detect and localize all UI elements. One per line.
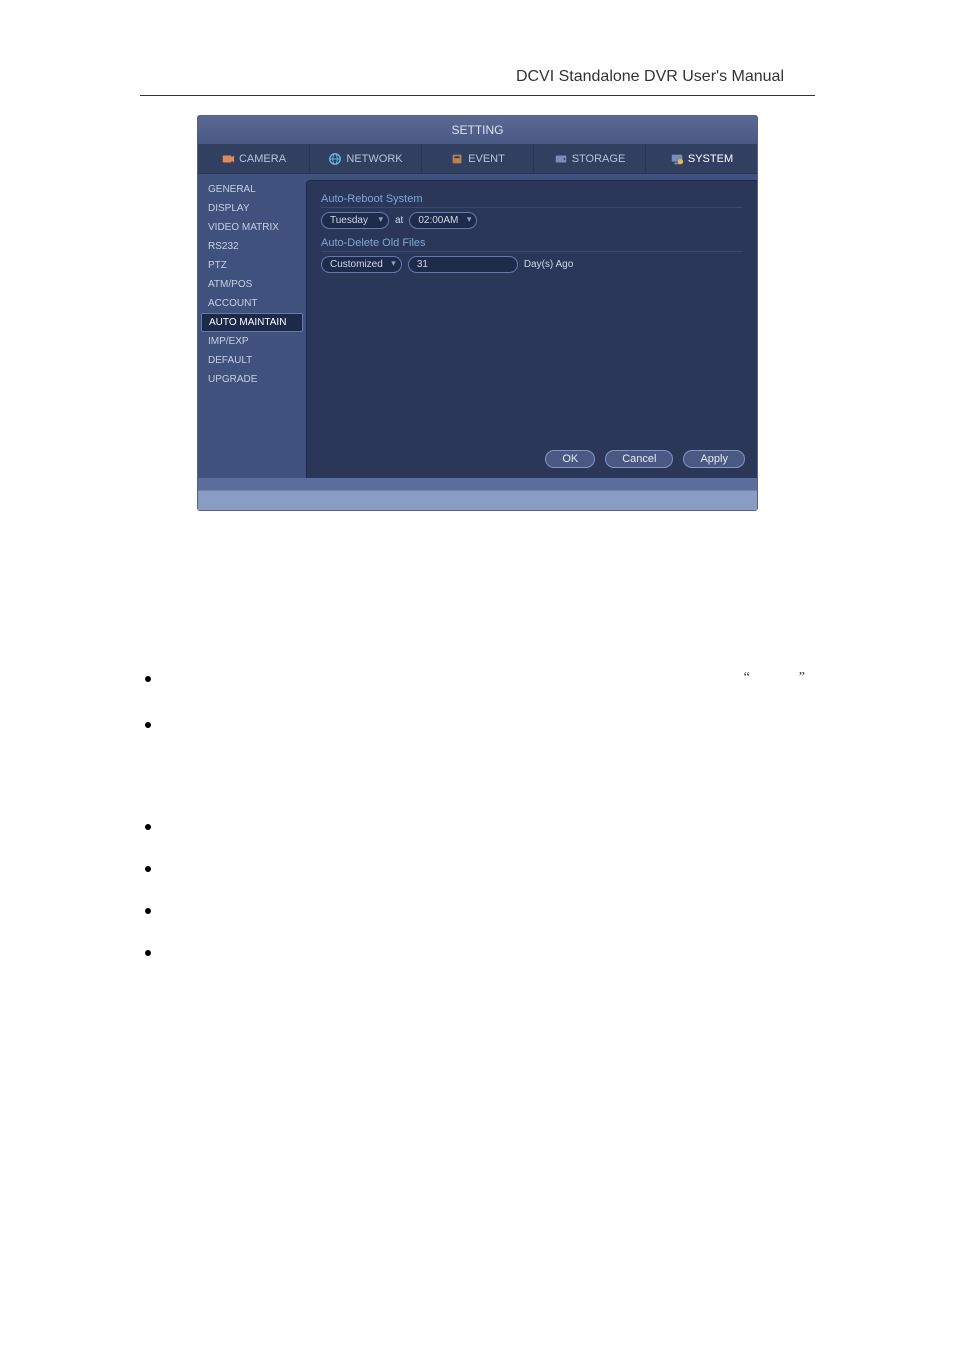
page-header: DCVI Standalone DVR User's Manual bbox=[516, 68, 784, 86]
bullet-dot-icon bbox=[145, 722, 151, 728]
sidebar-item-general[interactable]: GENERAL bbox=[198, 180, 306, 199]
apply-button[interactable]: Apply bbox=[683, 450, 745, 468]
delete-mode-select[interactable]: Customized bbox=[321, 256, 402, 273]
section-auto-reboot: Auto-Reboot System bbox=[321, 193, 743, 208]
header-rule bbox=[140, 95, 815, 96]
button-row: OK Cancel Apply bbox=[545, 450, 745, 468]
event-icon bbox=[450, 152, 464, 166]
camera-icon bbox=[221, 152, 235, 166]
settings-window: SETTING CAMERA NETWORK EVENT STORAGE bbox=[197, 115, 758, 511]
sidebar-item-auto-maintain[interactable]: AUTO MAINTAIN bbox=[201, 313, 303, 332]
sidebar-item-ptz[interactable]: PTZ bbox=[198, 256, 306, 275]
bullet-list: “ ” bbox=[145, 670, 805, 986]
sidebar-item-display[interactable]: DISPLAY bbox=[198, 199, 306, 218]
tab-label: EVENT bbox=[468, 153, 505, 165]
bullet-dot-icon bbox=[145, 950, 151, 956]
sidebar-item-impexp[interactable]: IMP/EXP bbox=[198, 332, 306, 351]
tab-system[interactable]: SYSTEM bbox=[646, 144, 757, 173]
reboot-time-select[interactable]: 02:00AM bbox=[409, 212, 477, 229]
list-item: “ ” bbox=[145, 670, 805, 686]
tab-label: STORAGE bbox=[572, 153, 626, 165]
sidebar-item-rs232[interactable]: RS232 bbox=[198, 237, 306, 256]
cancel-button[interactable]: Cancel bbox=[605, 450, 673, 468]
sidebar-item-account[interactable]: ACCOUNT bbox=[198, 294, 306, 313]
list-item bbox=[145, 818, 805, 830]
spacer bbox=[198, 478, 757, 490]
section-auto-delete: Auto-Delete Old Files bbox=[321, 237, 743, 252]
footer-strip bbox=[198, 490, 757, 510]
at-label: at bbox=[395, 215, 403, 226]
sidebar-item-video-matrix[interactable]: VIDEO MATRIX bbox=[198, 218, 306, 237]
content-panel: Auto-Reboot System Tuesday at 02:00AM Au… bbox=[306, 180, 757, 478]
bullet-dot-icon bbox=[145, 866, 151, 872]
bullet-dot-icon bbox=[145, 676, 151, 682]
reboot-day-select[interactable]: Tuesday bbox=[321, 212, 389, 229]
tab-label: SYSTEM bbox=[688, 153, 733, 165]
quote-marks: “ ” bbox=[744, 670, 805, 686]
bullet-dot-icon bbox=[145, 824, 151, 830]
list-item bbox=[145, 860, 805, 872]
window-title: SETTING bbox=[198, 116, 757, 144]
tab-label: CAMERA bbox=[239, 153, 286, 165]
main-area: GENERAL DISPLAY VIDEO MATRIX RS232 PTZ A… bbox=[198, 174, 757, 478]
sidebar-item-atmpos[interactable]: ATM/POS bbox=[198, 275, 306, 294]
tab-bar: CAMERA NETWORK EVENT STORAGE SYSTEM bbox=[198, 144, 757, 174]
list-item bbox=[145, 716, 805, 728]
network-icon bbox=[328, 152, 342, 166]
tab-event[interactable]: EVENT bbox=[422, 144, 534, 173]
sidebar-item-default[interactable]: DEFAULT bbox=[198, 351, 306, 370]
days-ago-label: Day(s) Ago bbox=[524, 259, 573, 270]
sidebar-item-upgrade[interactable]: UPGRADE bbox=[198, 370, 306, 389]
delete-days-input[interactable]: 31 bbox=[408, 256, 518, 273]
bullet-dot-icon bbox=[145, 908, 151, 914]
system-icon bbox=[670, 152, 684, 166]
list-item bbox=[145, 944, 805, 956]
storage-icon bbox=[554, 152, 568, 166]
tab-camera[interactable]: CAMERA bbox=[198, 144, 310, 173]
tab-label: NETWORK bbox=[346, 153, 402, 165]
sidebar: GENERAL DISPLAY VIDEO MATRIX RS232 PTZ A… bbox=[198, 174, 306, 478]
tab-network[interactable]: NETWORK bbox=[310, 144, 422, 173]
list-item bbox=[145, 902, 805, 914]
ok-button[interactable]: OK bbox=[545, 450, 595, 468]
tab-storage[interactable]: STORAGE bbox=[534, 144, 646, 173]
